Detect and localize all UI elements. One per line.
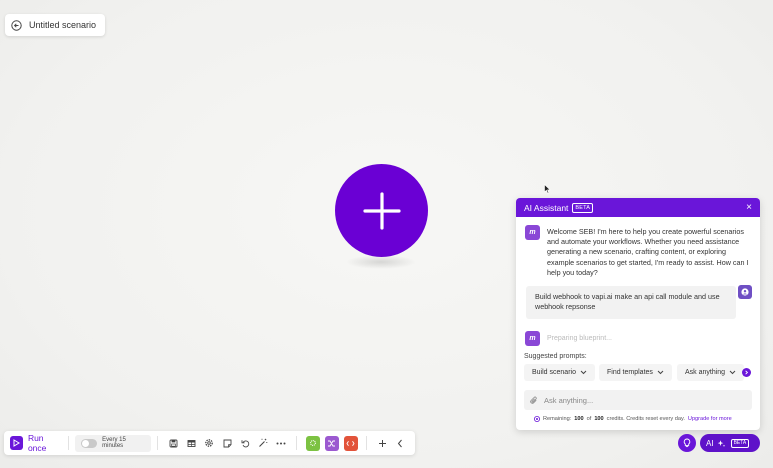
prompt-label: Build scenario [532,369,576,376]
back-arrow-icon[interactable] [11,19,22,31]
toolbar-divider [67,436,69,450]
user-message: Build webhook to vapi.ai make an api cal… [526,286,736,319]
scenario-toolbar: Run once Every 15 minutes [4,431,415,455]
save-icon[interactable] [167,436,180,450]
ai-assistant-header: AI Assistant BETA × [516,198,760,217]
note-icon[interactable] [221,436,234,450]
toolbar-divider [366,436,367,450]
remaining-total: 100 [594,416,604,422]
table-icon[interactable] [185,436,198,450]
chevron-right-icon [745,370,749,375]
schedule-toggle[interactable] [80,438,98,448]
plus-icon [362,191,401,230]
upgrade-link[interactable]: Upgrade for more [688,416,732,422]
scenario-title-pill[interactable]: Untitled scenario [5,14,106,36]
info-circle-icon [534,416,540,422]
remaining-of: of [586,416,592,422]
ai-toggle-label: AI [706,438,714,448]
ai-assistant-panel: AI Assistant BETA × m Welcome SEB! I'm h… [516,198,760,430]
paperclip-icon[interactable] [530,396,538,405]
chevron-down-icon [580,370,587,375]
lightbulb-icon [683,438,691,448]
prompt-label: Find templates [607,369,653,376]
sparkle-icon [717,439,725,447]
suggested-prompts-label: Suggested prompts: [524,353,587,360]
run-once-button[interactable]: Run once [10,433,62,453]
flow-control-icon[interactable] [324,435,339,451]
gear-icon[interactable] [203,436,216,450]
remaining-prefix: Remaining: [543,416,572,422]
ask-anything-input[interactable] [544,395,734,405]
user-avatar-icon [738,285,752,299]
chevron-down-icon [729,370,736,375]
ask-input-container [524,390,752,410]
close-panel-button[interactable]: × [746,202,752,213]
text-parser-icon[interactable] [343,435,358,451]
prompt-build-scenario[interactable]: Build scenario [524,364,595,381]
remaining-used: 100 [574,416,584,422]
prompt-find-templates[interactable]: Find templates [599,364,672,381]
credits-remaining: Remaining: 100 of 100 credits. Credits r… [534,416,732,422]
bot-status-row: m [525,331,540,346]
magic-wand-icon[interactable] [257,436,270,450]
undo-icon[interactable] [239,436,252,450]
chevron-down-icon [657,370,664,375]
prompt-ask-anything[interactable]: Ask anything [677,364,745,381]
schedule-label: Every 15 minutes [102,437,126,449]
beta-badge: BETA [730,438,750,448]
preparing-status: Preparing blueprint... [547,335,612,342]
more-prompts-button[interactable] [742,368,751,377]
bot-avatar-icon: m [525,225,540,240]
tools-icon[interactable] [305,435,320,451]
prompt-label: Ask anything [685,369,726,376]
beta-badge: BETA [572,202,594,213]
ai-assistant-title: AI Assistant [524,202,569,213]
bot-avatar-icon: m [525,331,540,346]
chevron-left-icon[interactable] [394,436,407,450]
mouse-cursor-icon [544,181,551,199]
ai-assistant-toggle[interactable]: AI BETA [700,434,760,452]
remaining-suffix: credits. Credits reset every day. [606,416,685,422]
plus-icon[interactable] [376,436,389,450]
add-module-button[interactable] [335,164,428,257]
play-icon [10,436,23,450]
more-options-icon[interactable] [275,436,288,450]
run-once-label: Run once [27,433,47,453]
bot-message-row: m [525,225,540,240]
lightbulb-button[interactable] [678,434,696,452]
add-module-shadow [346,255,416,269]
bot-welcome-message: Welcome SEB! I'm here to help you create… [547,227,749,277]
scenario-title: Untitled scenario [29,20,97,30]
toolbar-divider [157,436,158,450]
schedule-control[interactable]: Every 15 minutes [74,434,152,452]
toolbar-divider [296,436,298,450]
